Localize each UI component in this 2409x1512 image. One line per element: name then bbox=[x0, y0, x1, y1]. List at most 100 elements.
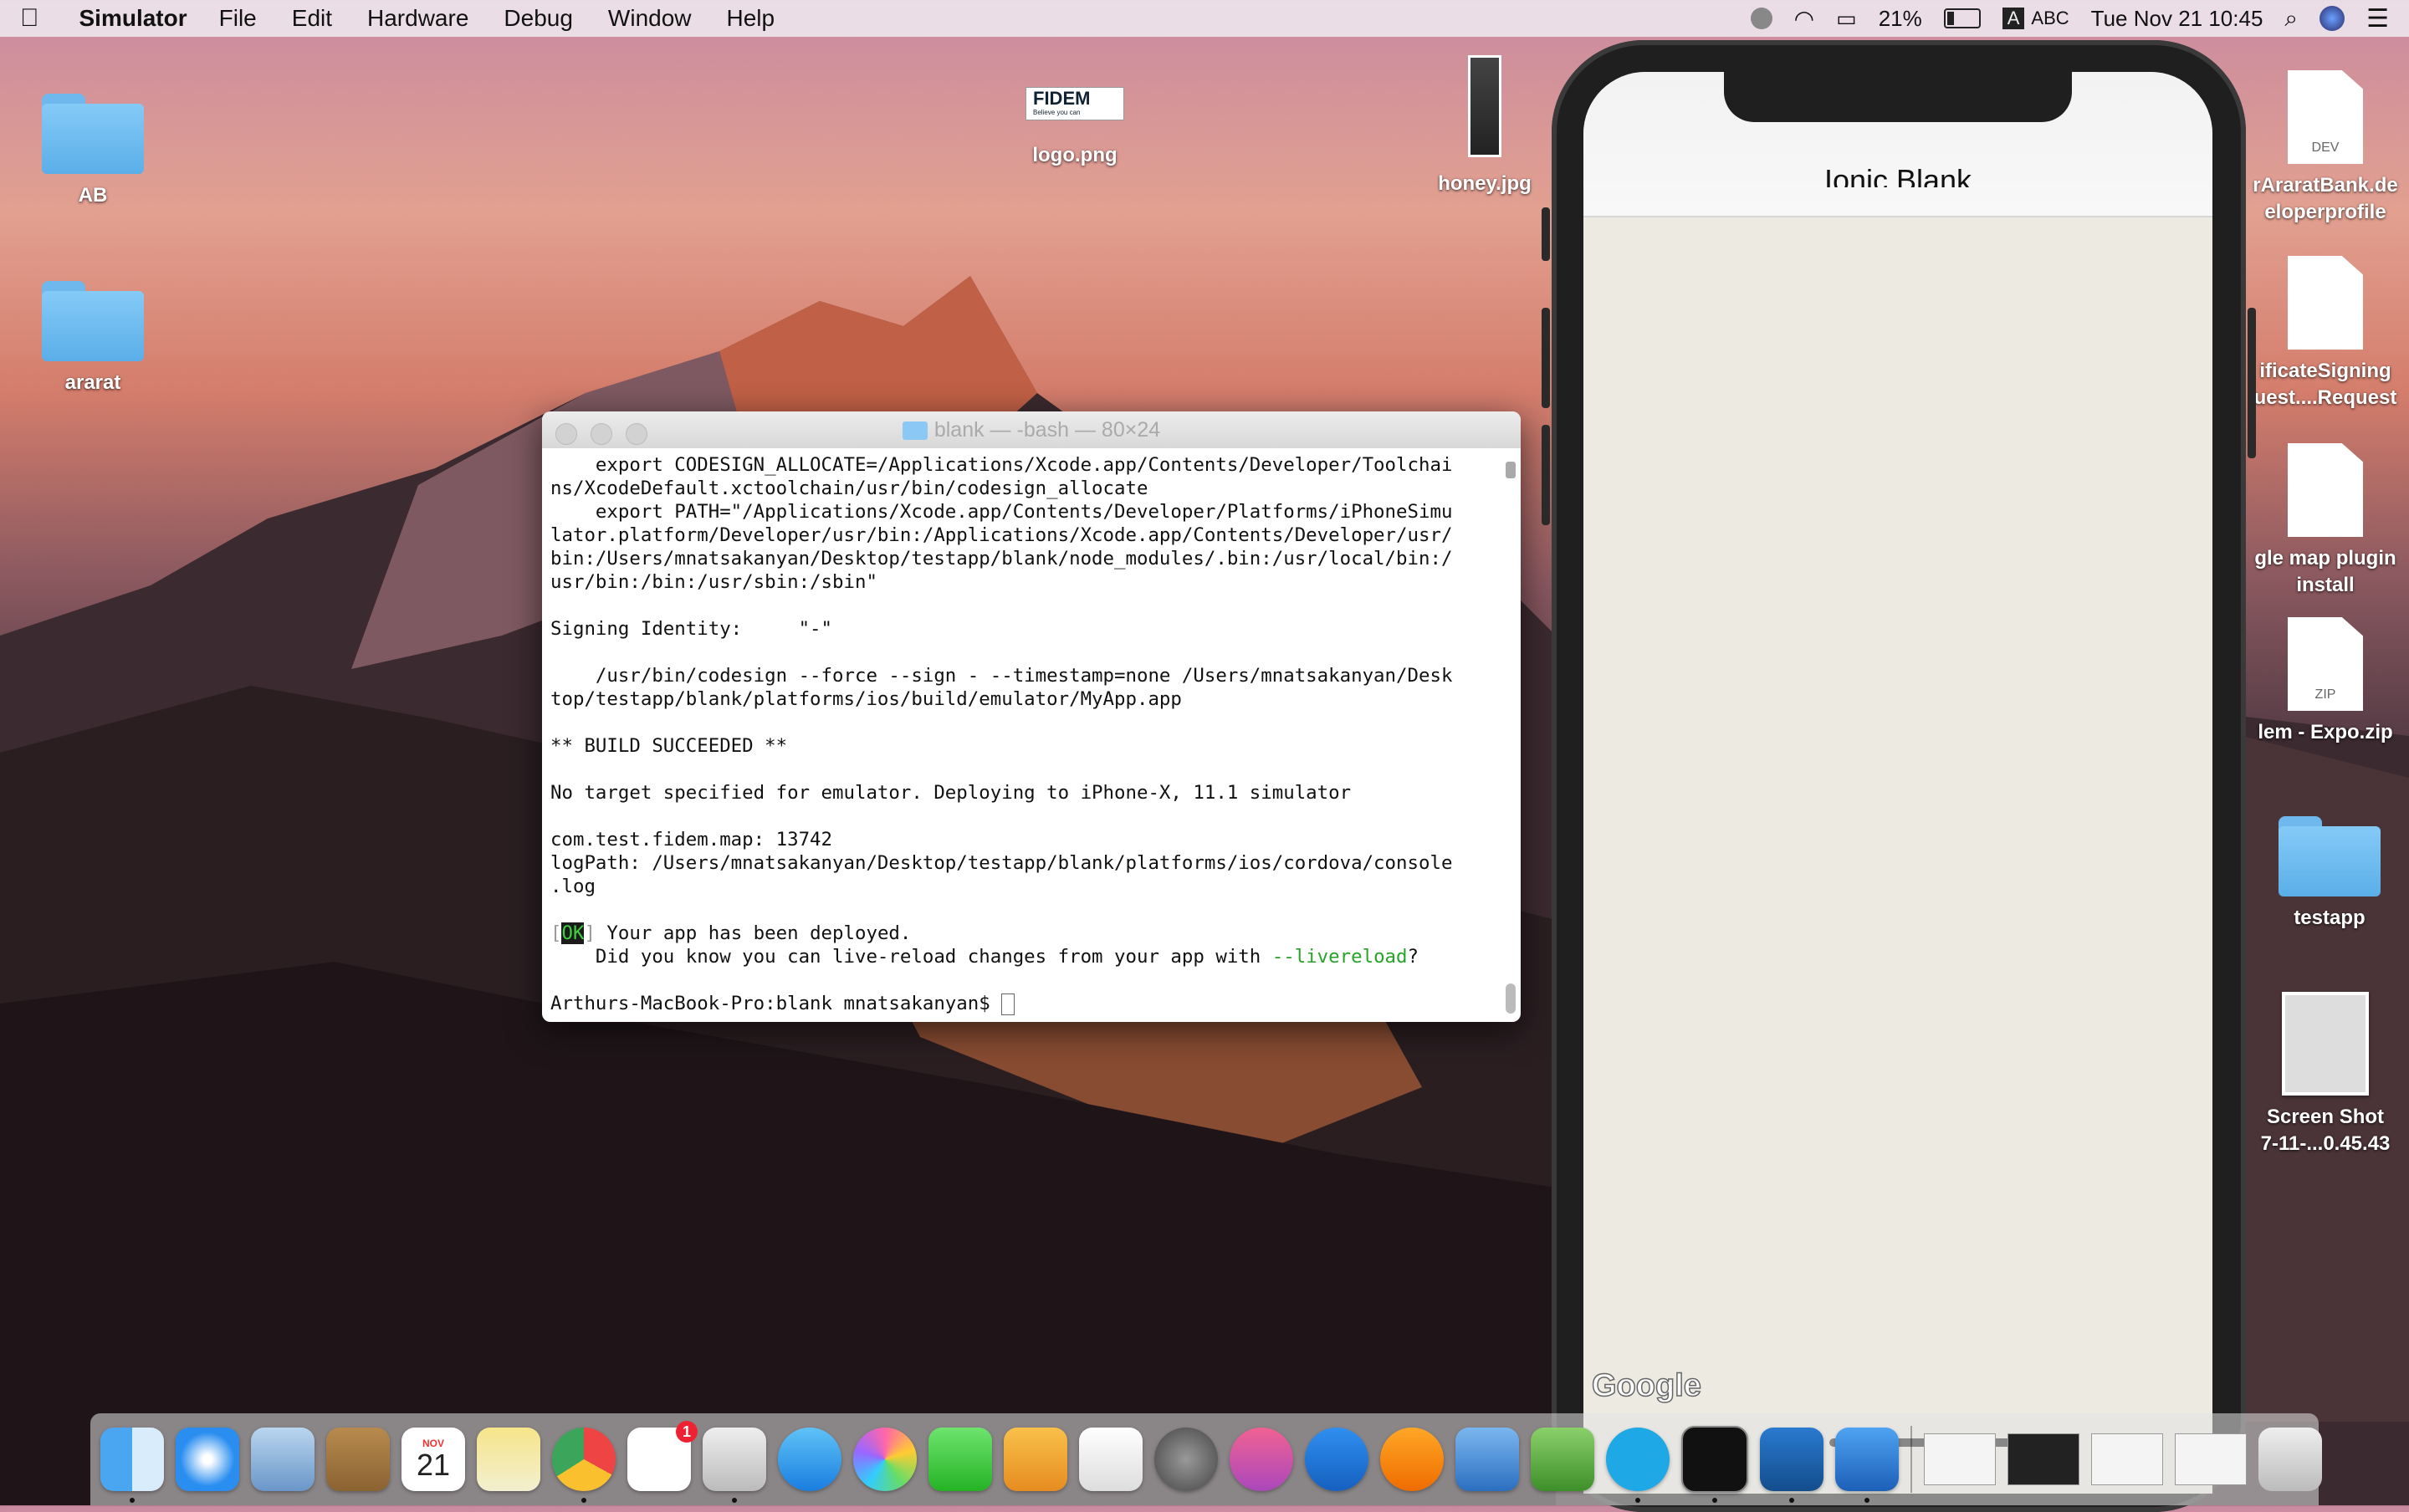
text-cursor bbox=[1001, 993, 1015, 1015]
simulator-screen[interactable]: Ionic Blank Google bbox=[1583, 72, 2212, 1494]
dock: NOV 21 1 bbox=[90, 1413, 2322, 1505]
desktop-folder-ararat[interactable]: ararat bbox=[42, 281, 144, 396]
logo-thumbnail: FIDEM Believe you can bbox=[1025, 87, 1124, 120]
minimized-browser-thumbnail[interactable] bbox=[2175, 1433, 2247, 1485]
desktop-file-devprofile[interactable]: DEV rAraratBank.de eloperprofile bbox=[2242, 70, 2409, 226]
minimized-terminal-thumbnail[interactable] bbox=[2008, 1433, 2079, 1485]
keynote-icon[interactable] bbox=[1455, 1428, 1519, 1491]
menu-debug[interactable]: Debug bbox=[504, 5, 573, 32]
close-button[interactable] bbox=[555, 423, 577, 445]
system-preferences-icon[interactable] bbox=[1154, 1428, 1218, 1491]
vscode-icon[interactable] bbox=[1760, 1428, 1823, 1503]
desktop-file-screenshot[interactable]: Screen Shot 7-11-...0.45.43 bbox=[2242, 992, 2409, 1157]
airplay-icon[interactable]: ▭ bbox=[1836, 6, 1857, 32]
scrollbar-thumb[interactable] bbox=[1506, 983, 1516, 1014]
terminal-icon[interactable] bbox=[1681, 1426, 1748, 1503]
notes-icon[interactable] bbox=[477, 1428, 540, 1491]
livereload-flag: --livereload bbox=[1271, 946, 1408, 968]
trash-icon[interactable] bbox=[2258, 1428, 2322, 1491]
zoom-button[interactable] bbox=[626, 423, 647, 445]
menu-window[interactable]: Window bbox=[608, 5, 692, 32]
notch bbox=[1724, 72, 2072, 122]
photo-booth-icon[interactable] bbox=[703, 1428, 766, 1503]
menu-edit[interactable]: Edit bbox=[292, 5, 332, 32]
desktop-file-honey[interactable]: honey.jpg bbox=[1422, 55, 1547, 197]
livereload-hint: Did you know you can live-reload changes… bbox=[550, 945, 1512, 968]
folder-icon bbox=[2279, 816, 2381, 896]
hint-text: ? bbox=[1407, 946, 1419, 968]
xcode-icon[interactable] bbox=[1835, 1428, 1899, 1503]
mute-switch[interactable] bbox=[1542, 207, 1550, 261]
terminal-titlebar[interactable]: blank — -bash — 80×24 bbox=[542, 411, 1521, 448]
photos-icon[interactable] bbox=[853, 1428, 917, 1491]
deploy-ok-line: [OK] Your app has been deployed. bbox=[550, 922, 1512, 945]
desktop-icon-label: logo.png bbox=[1032, 144, 1118, 166]
finder-icon[interactable] bbox=[100, 1428, 164, 1503]
terminal-output[interactable]: export CODESIGN_ALLOCATE=/Applications/X… bbox=[542, 448, 1521, 1020]
clock[interactable]: Tue Nov 21 10:45 bbox=[2091, 6, 2263, 32]
calendar-day: 21 bbox=[416, 1448, 451, 1482]
user-avatar-icon[interactable] bbox=[2319, 6, 2345, 31]
map-view[interactable] bbox=[1583, 217, 2212, 1494]
pages-icon[interactable] bbox=[1004, 1428, 1067, 1491]
folder-icon bbox=[902, 421, 928, 441]
numbers-icon[interactable] bbox=[1079, 1428, 1143, 1491]
terminal-line: top/testapp/blank/platforms/ios/build/em… bbox=[550, 688, 1182, 710]
calendar-icon[interactable]: NOV 21 bbox=[402, 1428, 465, 1491]
desktop-icon-label: testapp bbox=[2294, 907, 2366, 929]
menu-app-name[interactable]: Simulator bbox=[79, 5, 187, 32]
desktop-file-expo-zip[interactable]: ZIP lem - Expo.zip bbox=[2242, 617, 2409, 746]
shell-prompt: Arthurs-MacBook-Pro:blank mnatsakanyan$ bbox=[550, 993, 1002, 1014]
file-tag: ZIP bbox=[2314, 687, 2336, 702]
terminal-line: lator.platform/Developer/usr/bin:/Applic… bbox=[550, 524, 1453, 546]
desktop-folder-testapp[interactable]: testapp bbox=[2250, 816, 2409, 932]
menu-hardware[interactable]: Hardware bbox=[367, 5, 468, 32]
volume-up-button[interactable] bbox=[1542, 308, 1550, 408]
iphone-simulator[interactable]: Ionic Blank Google bbox=[1542, 40, 2256, 1512]
facetime-icon[interactable] bbox=[928, 1428, 992, 1491]
itunes-icon[interactable] bbox=[1230, 1428, 1293, 1491]
maps-editor-icon[interactable] bbox=[1531, 1428, 1594, 1491]
minimized-window-thumbnail[interactable] bbox=[1924, 1433, 1996, 1485]
battery-icon[interactable] bbox=[1943, 8, 1981, 28]
side-button[interactable] bbox=[2248, 308, 2256, 458]
spotlight-search-icon[interactable]: ⌕ bbox=[2284, 5, 2298, 33]
folder-icon bbox=[42, 94, 144, 174]
apple-menu-icon[interactable]:  bbox=[20, 4, 39, 33]
desktop-file-csr[interactable]: ificateSigning uest....Request bbox=[2242, 256, 2409, 411]
desktop-folder-ab[interactable]: AB bbox=[42, 94, 144, 209]
ok-badge: OK bbox=[561, 922, 585, 944]
desktop-icon-label: Screen Shot 7-11-...0.45.43 bbox=[2260, 1106, 2391, 1155]
desktop-file-logo[interactable]: FIDEM Believe you can logo.png bbox=[1012, 87, 1138, 169]
dock-separator bbox=[1910, 1426, 1912, 1493]
wifi-icon[interactable]: ◠ bbox=[1794, 5, 1814, 33]
mail-icon[interactable] bbox=[251, 1428, 315, 1491]
desktop-icon-label: ararat bbox=[64, 371, 121, 394]
terminal-line: export CODESIGN_ALLOCATE=/Applications/X… bbox=[550, 454, 1453, 476]
terminal-window[interactable]: blank — -bash — 80×24 export CODESIGN_AL… bbox=[542, 411, 1521, 1022]
minimize-button[interactable] bbox=[591, 423, 612, 445]
desktop-icon-label: gle map plugin install bbox=[2254, 547, 2396, 596]
minimized-spreadsheet-thumbnail[interactable] bbox=[2091, 1433, 2163, 1485]
volume-down-button[interactable] bbox=[1542, 425, 1550, 525]
teamviewer-icon[interactable] bbox=[1305, 1428, 1368, 1491]
siri-icon[interactable] bbox=[1750, 8, 1772, 29]
scrollbar-top-icon[interactable] bbox=[1506, 462, 1516, 478]
notification-center-icon[interactable]: ☰ bbox=[2366, 4, 2389, 33]
input-source-label[interactable]: ABC bbox=[2031, 8, 2069, 29]
desktop-file-map-plugin[interactable]: gle map plugin install bbox=[2242, 443, 2409, 599]
folder-icon bbox=[42, 281, 144, 361]
safari-icon[interactable] bbox=[176, 1428, 239, 1491]
input-source-icon[interactable]: A bbox=[2002, 8, 2025, 29]
ibooks-icon[interactable] bbox=[1380, 1428, 1444, 1491]
reminders-icon[interactable]: 1 bbox=[627, 1421, 698, 1491]
skype-icon[interactable] bbox=[1606, 1428, 1670, 1503]
contacts-icon[interactable] bbox=[326, 1428, 390, 1491]
terminal-line: ns/XcodeDefault.xctoolchain/usr/bin/code… bbox=[550, 478, 1148, 499]
messages-icon[interactable] bbox=[778, 1428, 841, 1491]
chrome-icon[interactable] bbox=[552, 1428, 616, 1503]
menu-help[interactable]: Help bbox=[727, 5, 775, 32]
battery-percent[interactable]: 21% bbox=[1879, 6, 1922, 32]
menu-file[interactable]: File bbox=[219, 5, 257, 32]
